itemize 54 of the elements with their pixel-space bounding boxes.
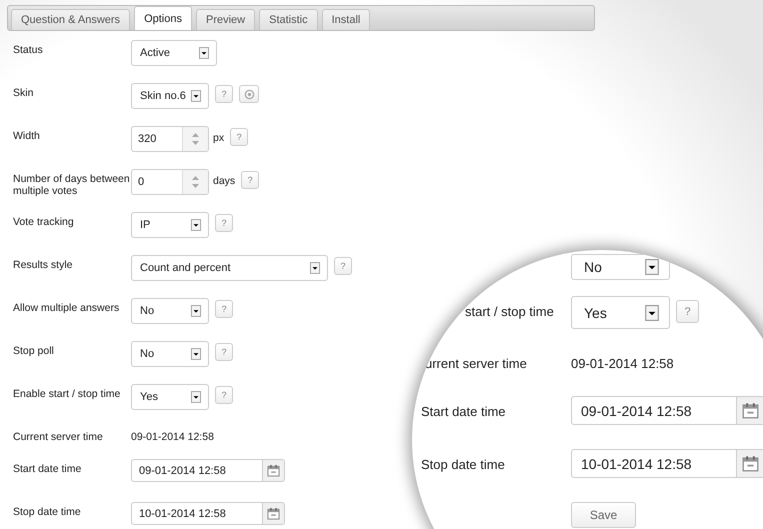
- dropdown[interactable]: Yes: [571, 296, 670, 329]
- number-field[interactable]: 0: [131, 169, 209, 195]
- save-button[interactable]: Save: [571, 502, 636, 528]
- calendar-button[interactable]: [737, 449, 763, 478]
- field-label: Stop date time: [421, 456, 506, 473]
- tab[interactable]: Preview: [196, 9, 256, 30]
- field-label: Skin: [13, 86, 34, 99]
- field-label: Number of days between multiple votes: [13, 172, 131, 197]
- calendar-button[interactable]: [737, 396, 763, 425]
- field-label: Stop date time: [13, 505, 82, 518]
- date-field[interactable]: 09-01-2014 12:58: [571, 396, 737, 425]
- number-field[interactable]: 320: [131, 126, 209, 152]
- date-field[interactable]: 09-01-2014 12:58: [131, 459, 263, 482]
- dropdown[interactable]: No: [571, 254, 670, 280]
- tab[interactable]: Statistic: [259, 9, 318, 30]
- dropdown[interactable]: No: [131, 298, 209, 324]
- down-arrow-icon[interactable]: [192, 184, 199, 188]
- date-field[interactable]: 10-01-2014 12:58: [131, 502, 263, 525]
- dropdown[interactable]: Skin no.6: [131, 83, 209, 109]
- field-label: Start date time: [13, 462, 82, 475]
- eye-icon: [244, 88, 254, 100]
- calendar-button[interactable]: [263, 459, 285, 482]
- up-arrow-icon[interactable]: [192, 133, 199, 137]
- down-arrow-icon[interactable]: [192, 141, 199, 145]
- preview-button[interactable]: [239, 85, 259, 103]
- calendar-icon: [267, 507, 280, 520]
- server-time: 09-01-2014 12:58: [571, 355, 674, 371]
- field-label: Status: [13, 43, 44, 56]
- tab[interactable]: Options: [134, 6, 192, 30]
- up-arrow-icon[interactable]: [192, 176, 199, 180]
- field-label: Stop poll: [13, 344, 55, 357]
- calendar-icon: [267, 464, 280, 477]
- unit-label: days: [213, 175, 236, 187]
- field-label: start / stop time: [464, 303, 555, 320]
- dropdown[interactable]: IP: [131, 212, 209, 238]
- date-field[interactable]: 10-01-2014 12:58: [571, 449, 737, 478]
- field-label: Width: [13, 129, 41, 142]
- calendar-button[interactable]: [263, 502, 285, 525]
- server-time: 09-01-2014 12:58: [131, 430, 214, 443]
- tab[interactable]: Question & Answers: [11, 9, 130, 30]
- dropdown[interactable]: No: [131, 341, 209, 367]
- dropdown[interactable]: Count and percent: [131, 255, 328, 281]
- unit-label: px: [213, 132, 224, 144]
- field-label: Enable start / stop time: [13, 387, 122, 400]
- field-label: Results style: [13, 258, 74, 271]
- calendar-icon: [742, 455, 759, 472]
- dropdown[interactable]: Yes: [131, 384, 209, 410]
- field-label: Allow multiple answers: [13, 301, 120, 314]
- tab[interactable]: Install: [322, 9, 370, 30]
- field-label: Start date time: [421, 403, 507, 420]
- field-label: Vote tracking: [13, 215, 75, 228]
- calendar-icon: [742, 402, 759, 419]
- field-label: Current server time: [13, 430, 104, 443]
- dropdown[interactable]: Active: [131, 40, 217, 66]
